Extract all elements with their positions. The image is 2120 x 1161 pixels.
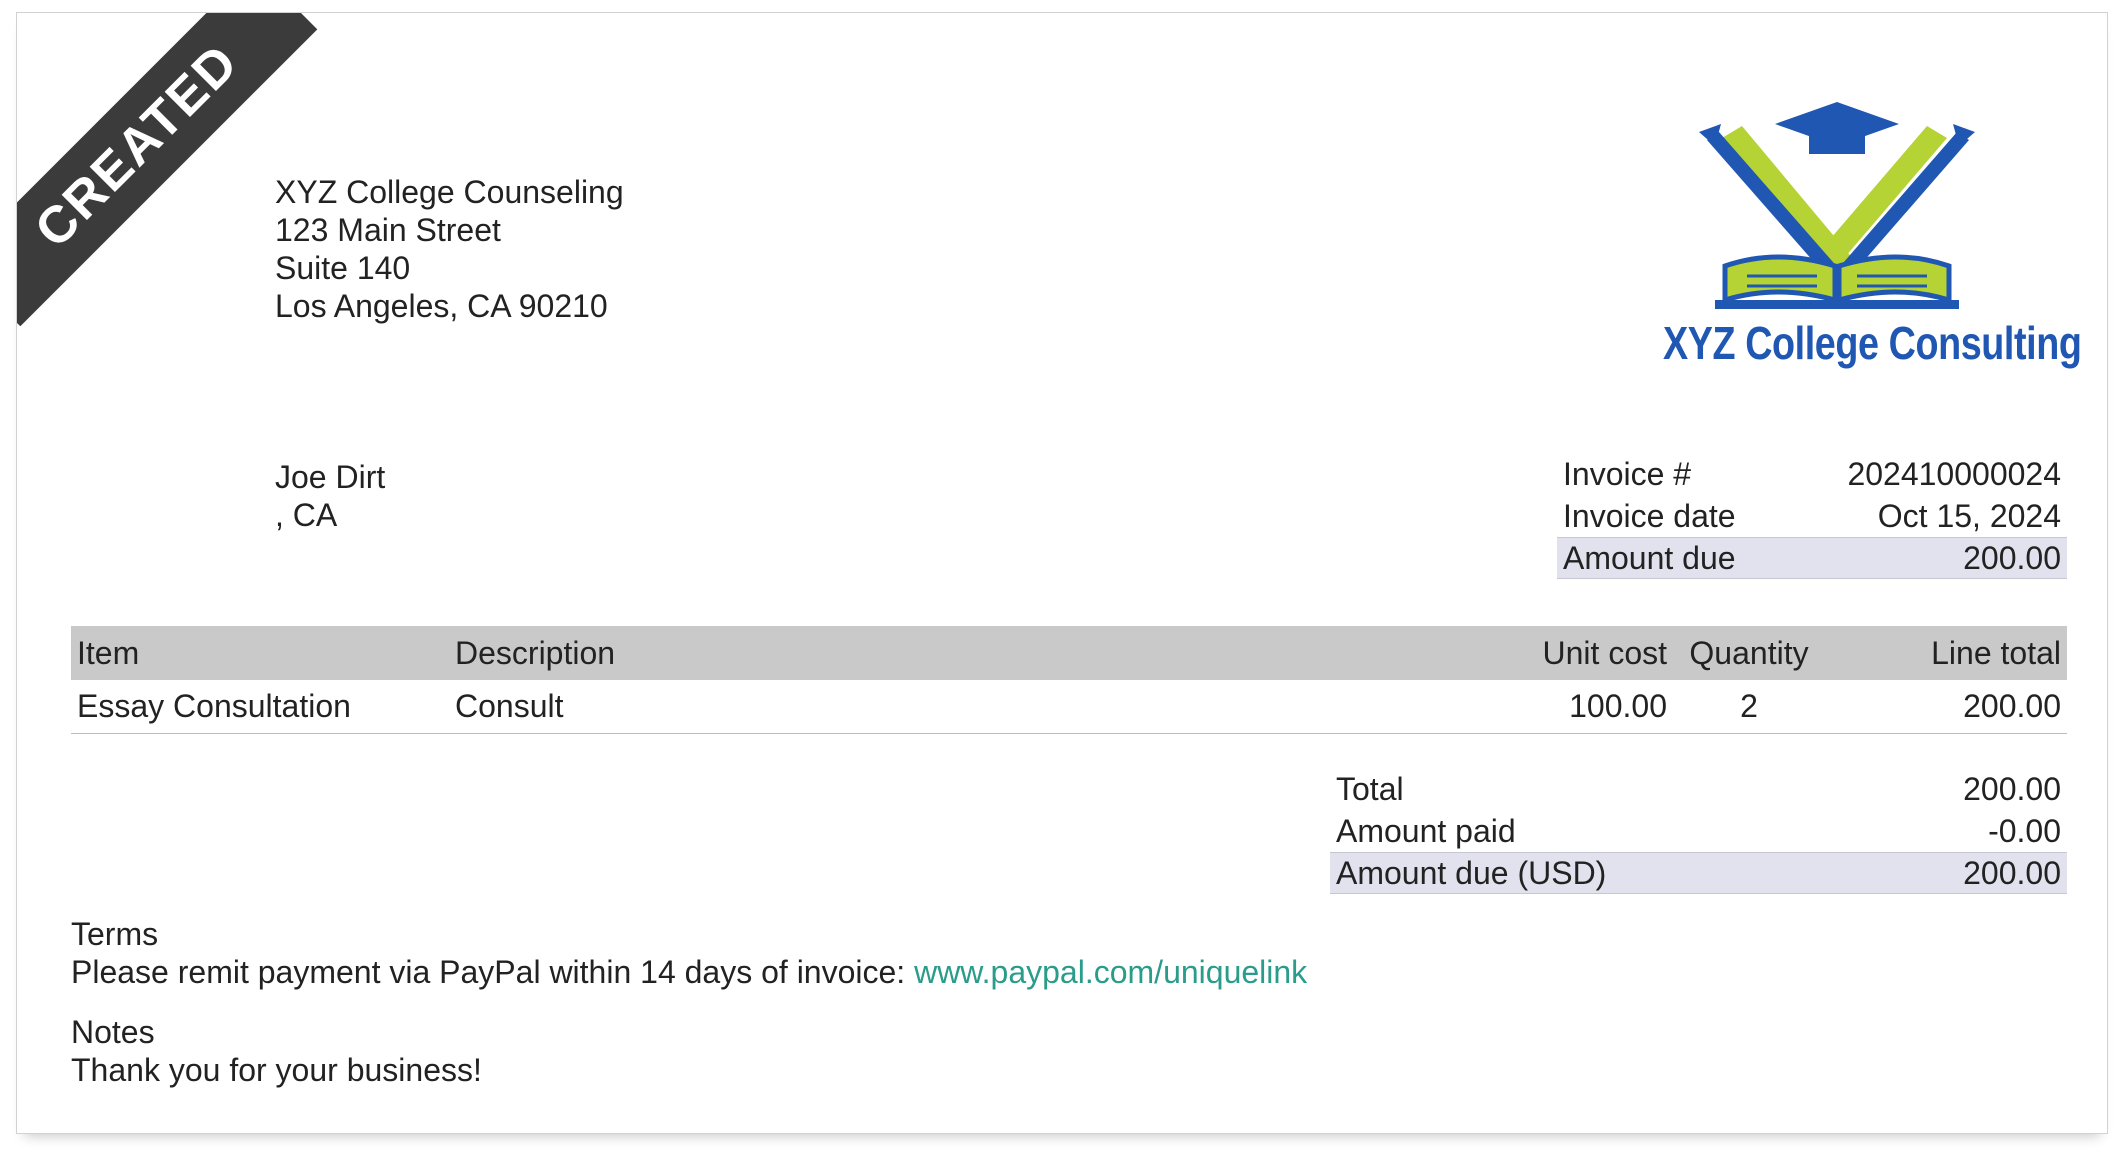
amount-paid-label: Amount paid bbox=[1336, 812, 1516, 849]
total-label: Total bbox=[1336, 770, 1404, 807]
line-items-table: Item Description Unit cost Quantity Line… bbox=[71, 626, 2067, 734]
invoice-date-label: Invoice date bbox=[1563, 497, 1736, 534]
invoice-page: CREATED XYZ College Counseling 123 Main … bbox=[16, 12, 2108, 1134]
invoice-number-value: 202410000024 bbox=[1847, 455, 2061, 492]
totals-summary: Total 200.00 Amount paid -0.00 Amount du… bbox=[1330, 768, 2067, 894]
invoice-meta: Invoice # 202410000024 Invoice date Oct … bbox=[1557, 453, 2067, 579]
cell-item: Essay Consultation bbox=[77, 688, 351, 724]
notes-text: Thank you for your business! bbox=[71, 1052, 482, 1088]
sender-address: XYZ College Counseling 123 Main Street S… bbox=[275, 173, 624, 325]
header-unit-cost: Unit cost bbox=[1542, 634, 1667, 671]
cell-quantity: 2 bbox=[1740, 688, 1758, 724]
client-name: Joe Dirt bbox=[275, 459, 386, 495]
header-item: Item bbox=[77, 634, 140, 671]
sender-name: XYZ College Counseling bbox=[275, 174, 624, 210]
notes-heading: Notes bbox=[71, 1014, 155, 1050]
sender-address-line2: Suite 140 bbox=[275, 250, 411, 286]
invoice-date-row: Invoice date Oct 15, 2024 bbox=[1557, 495, 2067, 537]
header-quantity: Quantity bbox=[1689, 634, 1809, 671]
amount-paid-row: Amount paid -0.00 bbox=[1330, 810, 2067, 852]
header-description: Description bbox=[455, 634, 616, 671]
amount-due-usd-row: Amount due (USD) 200.00 bbox=[1330, 852, 2067, 894]
logo-text: XYZ College Consulting bbox=[1663, 317, 2082, 369]
terms-text: Please remit payment via PayPal within 1… bbox=[71, 954, 915, 990]
amount-due-usd-value: 200.00 bbox=[1963, 854, 2061, 891]
invoice-date-value: Oct 15, 2024 bbox=[1877, 497, 2061, 534]
paypal-link[interactable]: www.paypal.com/uniquelink bbox=[914, 954, 1307, 990]
cell-unit-cost: 100.00 bbox=[1569, 688, 1667, 724]
total-row: Total 200.00 bbox=[1330, 768, 2067, 810]
client-address: Joe Dirt , CA bbox=[275, 458, 385, 534]
sender-city-state-zip: Los Angeles, CA 90210 bbox=[275, 288, 608, 324]
company-logo: XYZ College Consulting bbox=[1637, 88, 2082, 388]
amount-due-value: 200.00 bbox=[1963, 539, 2061, 576]
invoice-number-row: Invoice # 202410000024 bbox=[1557, 453, 2067, 495]
client-location: , CA bbox=[275, 497, 338, 533]
sender-address-line1: 123 Main Street bbox=[275, 212, 501, 248]
terms-section: Terms Please remit payment via PayPal wi… bbox=[71, 915, 1307, 991]
amount-paid-value: -0.00 bbox=[1988, 812, 2061, 849]
cell-line-total: 200.00 bbox=[1963, 688, 2061, 724]
table-header-row: Item Description Unit cost Quantity Line… bbox=[71, 626, 2067, 680]
invoice-number-label: Invoice # bbox=[1563, 455, 1692, 492]
terms-text-line: Please remit payment via PayPal within 1… bbox=[71, 953, 1307, 991]
status-ribbon: CREATED bbox=[17, 13, 318, 327]
table-row: Essay Consultation Consult 100.00 2 200.… bbox=[71, 680, 2067, 734]
header-line-total: Line total bbox=[1931, 634, 2061, 671]
cell-description: Consult bbox=[455, 688, 564, 724]
amount-due-label: Amount due bbox=[1563, 539, 1736, 576]
terms-heading: Terms bbox=[71, 916, 159, 952]
notes-section: Notes Thank you for your business! bbox=[71, 1013, 482, 1089]
amount-due-row: Amount due 200.00 bbox=[1557, 537, 2067, 579]
logo-graduation-icon bbox=[1699, 102, 1975, 309]
total-value: 200.00 bbox=[1963, 770, 2061, 807]
amount-due-usd-label: Amount due (USD) bbox=[1336, 854, 1607, 891]
